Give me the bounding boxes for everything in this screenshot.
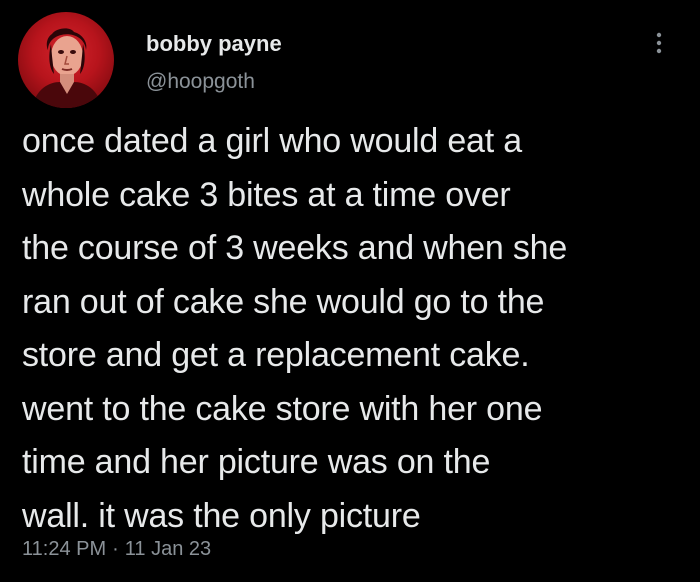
display-name[interactable]: bobby payne [146, 31, 282, 57]
tweet-time: 11:24 PM [22, 538, 107, 560]
tweet-timestamp[interactable]: 11:24 PM · 11 Jan 23 [22, 538, 211, 561]
avatar[interactable] [18, 12, 114, 108]
user-handle[interactable]: @hoopgoth [146, 70, 255, 94]
more-options-icon[interactable] [648, 28, 670, 58]
meta-separator: · [112, 538, 119, 560]
avatar-portrait-icon [32, 28, 102, 108]
tweet-card: bobby payne @hoopgoth once dated a girl … [0, 0, 700, 582]
tweet-text: once dated a girl who would eat a whole … [22, 122, 568, 535]
tweet-date: 11 Jan 23 [124, 538, 212, 560]
